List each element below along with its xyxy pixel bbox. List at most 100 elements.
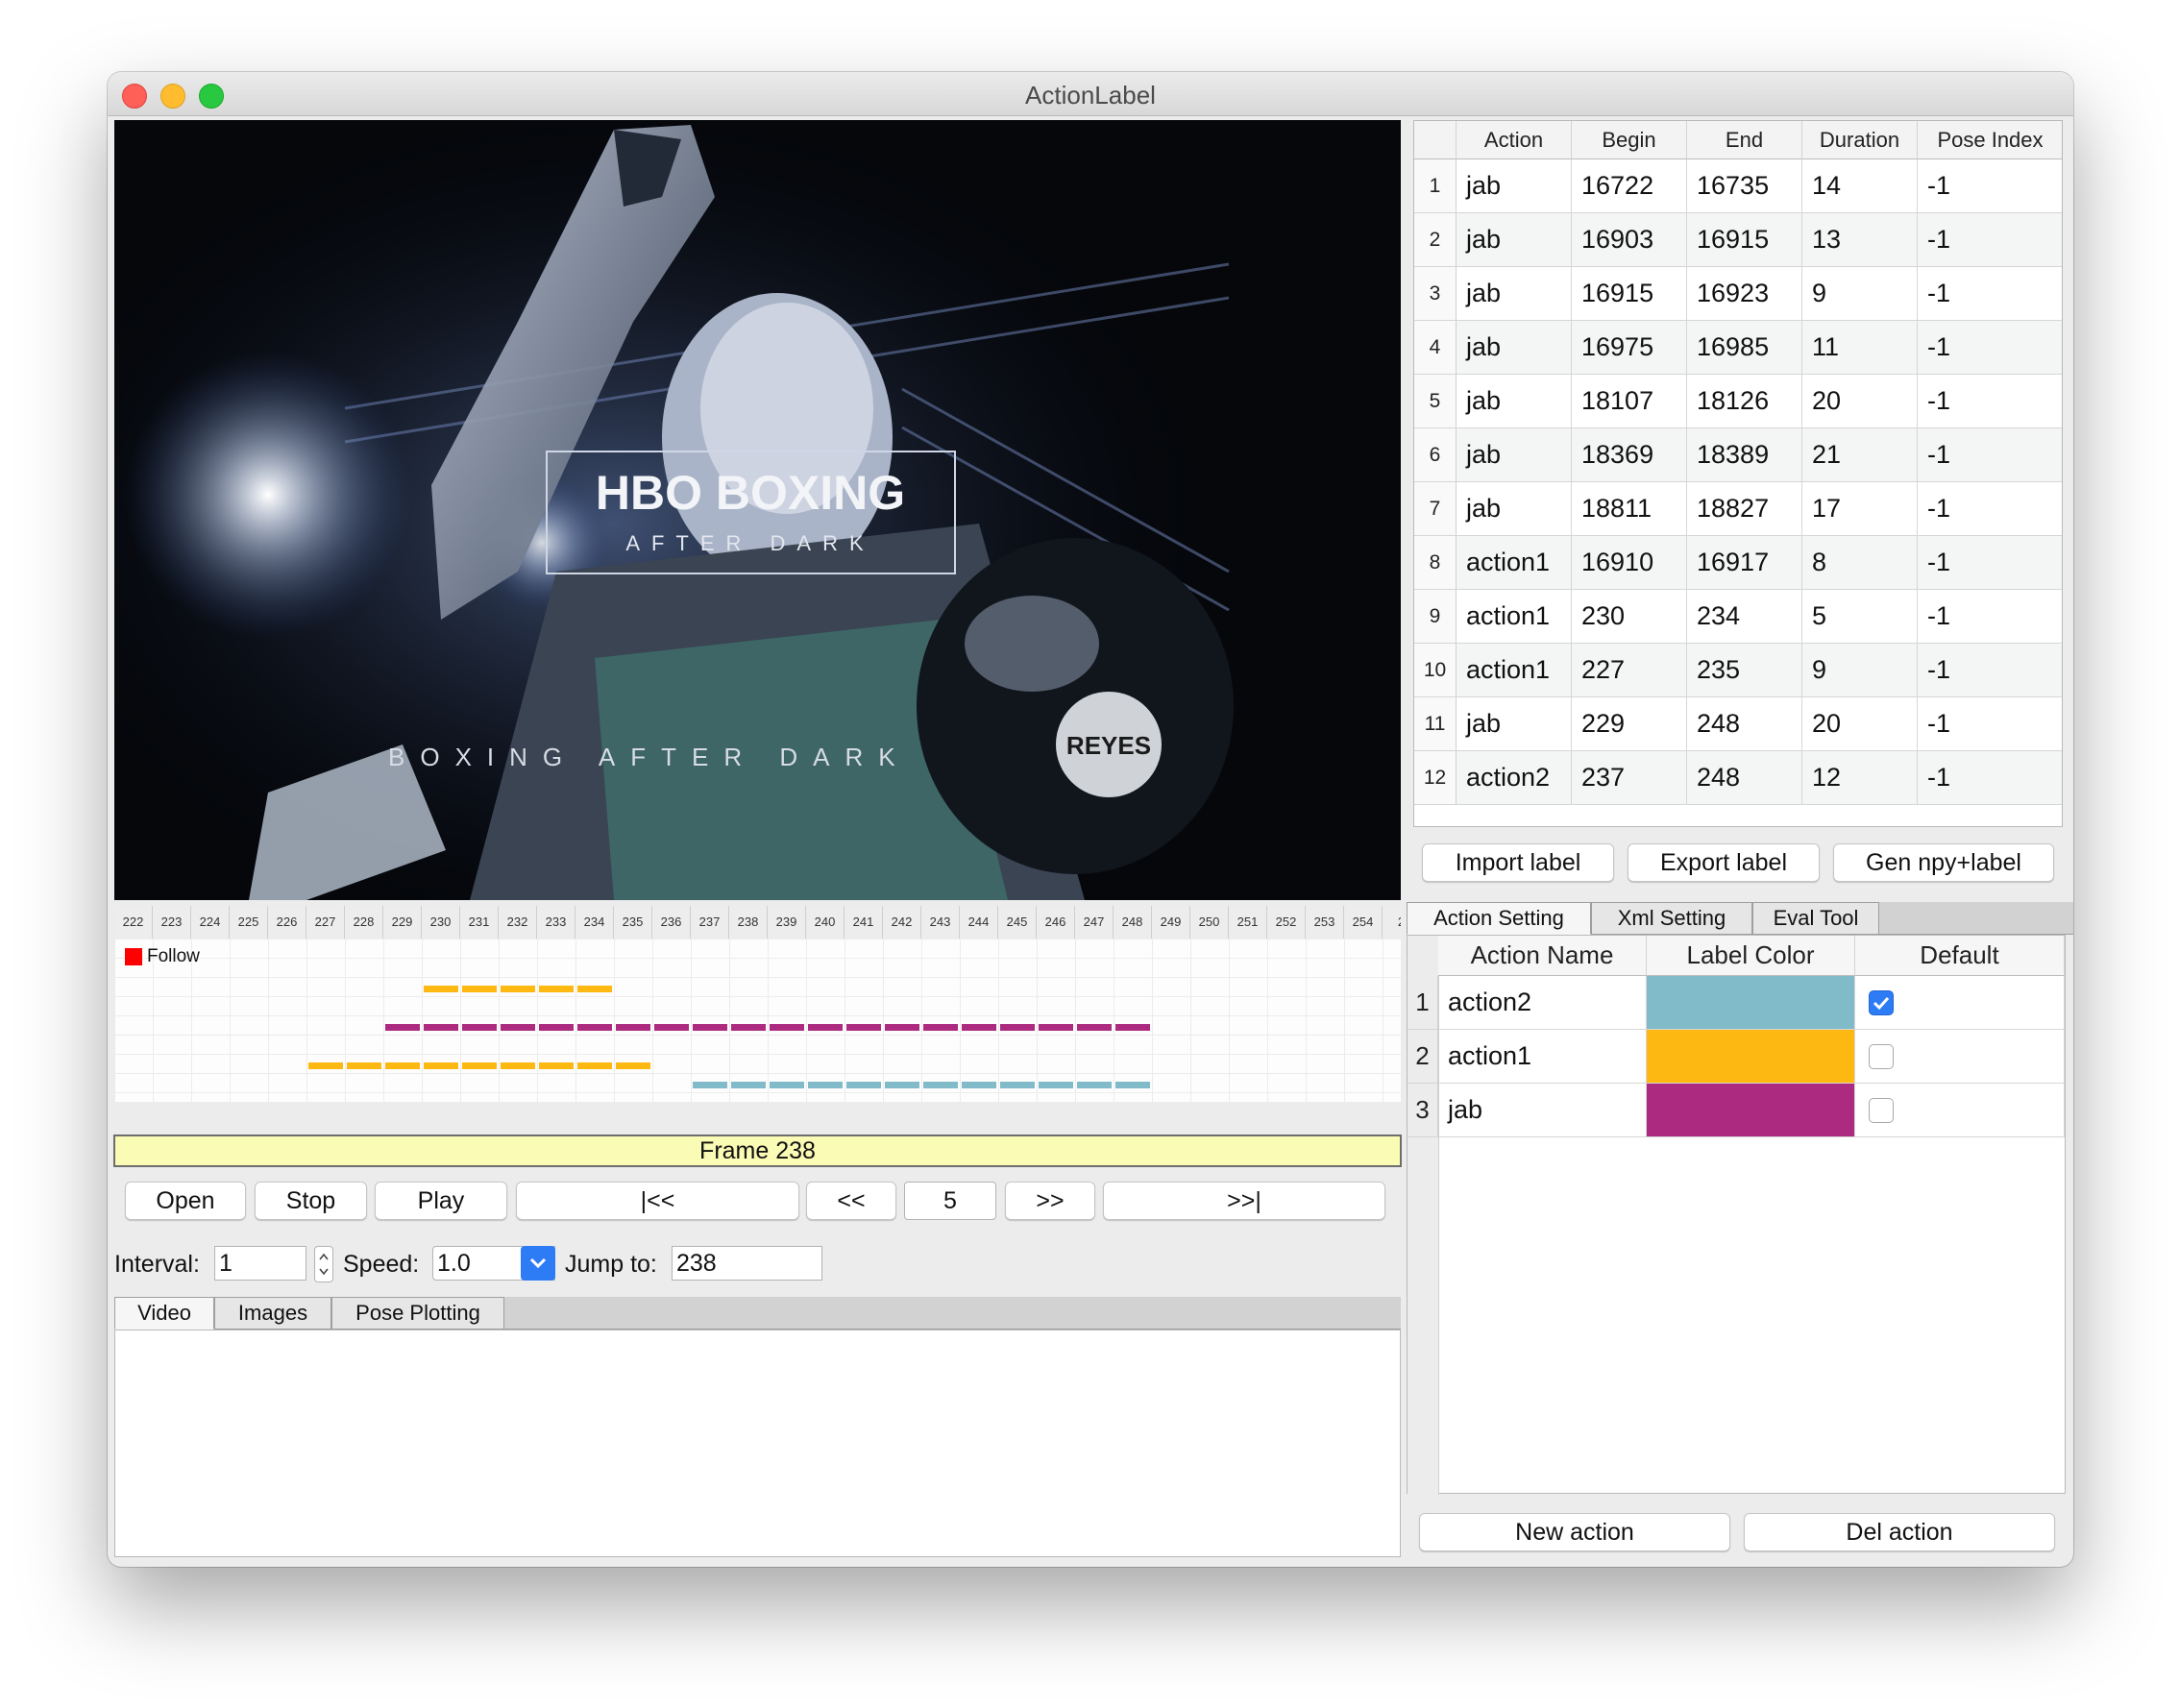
table-cell[interactable]: 18827: [1687, 482, 1802, 536]
default-checkbox[interactable]: [1869, 1044, 1894, 1069]
tab-video[interactable]: Video: [114, 1297, 214, 1330]
row-number[interactable]: 2: [1408, 1030, 1438, 1084]
table-cell[interactable]: 5: [1802, 590, 1918, 644]
table-cell[interactable]: -1: [1918, 213, 2062, 267]
table-cell[interactable]: -1: [1918, 159, 2062, 213]
table-cell[interactable]: -1: [1918, 644, 2062, 697]
table-cell[interactable]: 16985: [1687, 321, 1802, 375]
table-cell[interactable]: 234: [1687, 590, 1802, 644]
row-number[interactable]: 6: [1414, 428, 1457, 482]
table-cell[interactable]: action1: [1457, 644, 1572, 697]
jump-first-button[interactable]: |<<: [516, 1182, 799, 1220]
del-action-button[interactable]: Del action: [1744, 1513, 2055, 1551]
table-cell[interactable]: 9: [1802, 267, 1918, 321]
table-cell[interactable]: -1: [1918, 375, 2062, 428]
tab-images[interactable]: Images: [214, 1297, 331, 1330]
interval-stepper[interactable]: [314, 1246, 333, 1282]
open-button[interactable]: Open: [125, 1182, 246, 1220]
table-cell[interactable]: 18811: [1572, 482, 1687, 536]
table-cell[interactable]: action1: [1457, 590, 1572, 644]
table-cell[interactable]: 16923: [1687, 267, 1802, 321]
label-color-swatch[interactable]: [1647, 976, 1855, 1030]
table-cell[interactable]: -1: [1918, 482, 2062, 536]
row-number[interactable]: 7: [1414, 482, 1457, 536]
row-number[interactable]: 3: [1408, 1084, 1438, 1137]
column-header[interactable]: Begin: [1572, 121, 1687, 159]
jump-last-button[interactable]: >>|: [1103, 1182, 1385, 1220]
table-cell[interactable]: -1: [1918, 321, 2062, 375]
tab-eval-tool[interactable]: Eval Tool: [1752, 902, 1879, 935]
table-cell[interactable]: 16917: [1687, 536, 1802, 590]
row-number[interactable]: 12: [1414, 751, 1457, 805]
timeline-view[interactable]: Follow: [114, 939, 1401, 1102]
table-cell[interactable]: 16915: [1572, 267, 1687, 321]
row-number[interactable]: 9: [1414, 590, 1457, 644]
row-number[interactable]: 5: [1414, 375, 1457, 428]
row-number[interactable]: 3: [1414, 267, 1457, 321]
table-cell[interactable]: 16975: [1572, 321, 1687, 375]
table-cell[interactable]: 248: [1687, 751, 1802, 805]
table-cell[interactable]: 20: [1802, 697, 1918, 751]
tab-xml-setting[interactable]: Xml Setting: [1591, 902, 1752, 935]
jump-to-input[interactable]: 238: [672, 1246, 822, 1281]
timeline-segment-action2[interactable]: [693, 1082, 1153, 1088]
table-cell[interactable]: jab: [1457, 321, 1572, 375]
action-name-cell[interactable]: action2: [1438, 976, 1647, 1030]
table-cell[interactable]: -1: [1918, 428, 2062, 482]
table-cell[interactable]: 229: [1572, 697, 1687, 751]
action-name-cell[interactable]: jab: [1438, 1084, 1647, 1137]
row-number[interactable]: 10: [1414, 644, 1457, 697]
column-header[interactable]: Action Name: [1438, 936, 1647, 976]
table-cell[interactable]: 13: [1802, 213, 1918, 267]
timeline-segment-action1[interactable]: [424, 986, 615, 992]
column-header[interactable]: Label Color: [1647, 936, 1855, 976]
table-cell[interactable]: -1: [1918, 267, 2062, 321]
table-cell[interactable]: 235: [1687, 644, 1802, 697]
table-cell[interactable]: 248: [1687, 697, 1802, 751]
table-cell[interactable]: 21: [1802, 428, 1918, 482]
table-cell[interactable]: 16903: [1572, 213, 1687, 267]
table-cell[interactable]: 11: [1802, 321, 1918, 375]
label-color-swatch[interactable]: [1647, 1030, 1855, 1084]
table-cell[interactable]: 18126: [1687, 375, 1802, 428]
table-cell[interactable]: -1: [1918, 697, 2062, 751]
table-cell[interactable]: 18107: [1572, 375, 1687, 428]
table-cell[interactable]: 20: [1802, 375, 1918, 428]
action-setting-table[interactable]: Action Name Label Color Default 1 action2 2 ac…: [1407, 935, 2066, 1495]
new-action-button[interactable]: New action: [1419, 1513, 1730, 1551]
table-cell[interactable]: 14: [1802, 159, 1918, 213]
follow-marker-icon[interactable]: [125, 948, 142, 965]
tab-action-setting[interactable]: Action Setting: [1407, 902, 1591, 935]
table-cell[interactable]: -1: [1918, 536, 2062, 590]
row-number[interactable]: 2: [1414, 213, 1457, 267]
table-cell[interactable]: -1: [1918, 751, 2062, 805]
label-table[interactable]: Action Begin End Duration Pose Index 1 jab 1672…: [1413, 120, 2063, 827]
table-cell[interactable]: 230: [1572, 590, 1687, 644]
default-checkbox[interactable]: [1869, 1098, 1894, 1123]
speed-dropdown-button[interactable]: [521, 1246, 555, 1281]
export-label-button[interactable]: Export label: [1628, 843, 1820, 882]
table-cell[interactable]: jab: [1457, 159, 1572, 213]
table-cell[interactable]: jab: [1457, 697, 1572, 751]
tab-pose-plotting[interactable]: Pose Plotting: [331, 1297, 504, 1330]
table-cell[interactable]: action1: [1457, 536, 1572, 590]
table-cell[interactable]: 18369: [1572, 428, 1687, 482]
table-cell[interactable]: 18389: [1687, 428, 1802, 482]
step-forward-button[interactable]: >>: [1005, 1182, 1095, 1220]
row-number[interactable]: 8: [1414, 536, 1457, 590]
action-name-cell[interactable]: action1: [1438, 1030, 1647, 1084]
table-cell[interactable]: -1: [1918, 590, 2062, 644]
table-cell[interactable]: jab: [1457, 482, 1572, 536]
table-cell[interactable]: 17: [1802, 482, 1918, 536]
timeline-segment-action1[interactable]: [308, 1062, 653, 1069]
table-cell[interactable]: jab: [1457, 375, 1572, 428]
column-header[interactable]: Action: [1457, 121, 1572, 159]
table-cell[interactable]: 227: [1572, 644, 1687, 697]
row-number[interactable]: 1: [1408, 976, 1438, 1030]
label-color-swatch[interactable]: [1647, 1084, 1855, 1137]
column-header[interactable]: End: [1687, 121, 1802, 159]
timeline-segment-jab[interactable]: [385, 1024, 1153, 1031]
table-cell[interactable]: 9: [1802, 644, 1918, 697]
table-cell[interactable]: 16915: [1687, 213, 1802, 267]
table-cell[interactable]: 16735: [1687, 159, 1802, 213]
